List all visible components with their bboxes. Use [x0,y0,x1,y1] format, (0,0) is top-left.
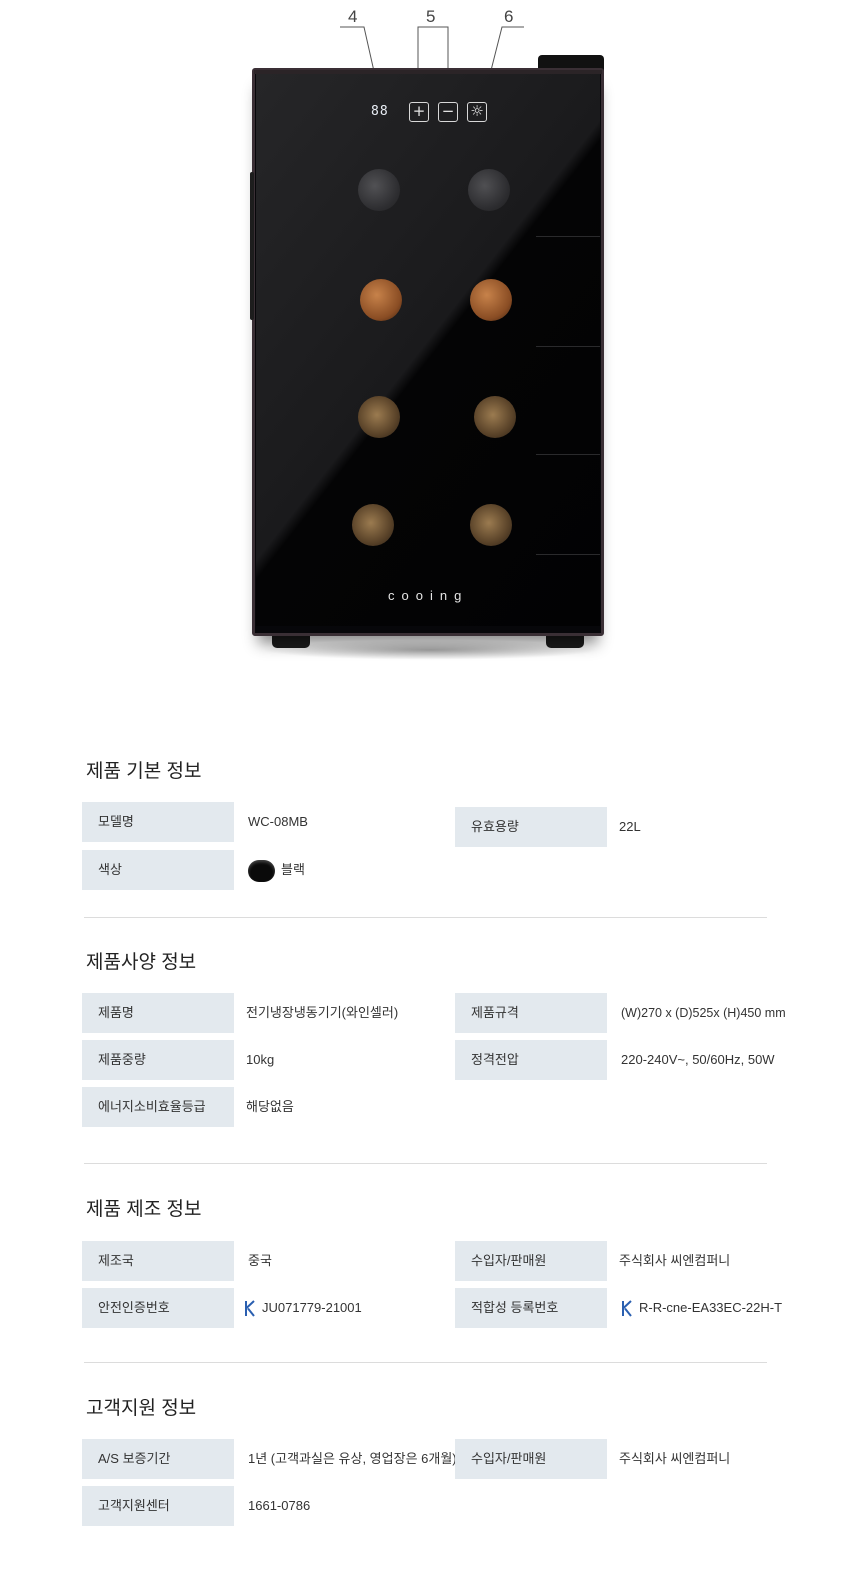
brand-logo: cooing [388,588,469,603]
section-title-spec-info: 제품사양 정보 [86,952,197,973]
fridge-foot-right [546,634,584,648]
label-model-name: 모델명 [82,802,234,842]
wine-bottle [468,169,510,211]
section-divider [84,1163,767,1164]
value-support-center: 1661-0786 [248,1498,311,1513]
plus-icon: + [409,102,429,122]
value-country: 중국 [248,1253,272,1268]
label-color: 색상 [82,850,234,890]
value-conformity-reg-text: R-R-cne-EA33EC-22H-T [639,1300,783,1315]
section-title-manufacturing-info: 제품 제조 정보 [86,1199,202,1220]
label-importer-support: 수입자/판매원 [455,1439,607,1479]
value-weight: 10kg [246,1052,275,1067]
label-rated-voltage: 정격전압 [455,1040,607,1080]
value-dimensions: (W)270 x (D)525x (H)450 mm [621,1006,786,1020]
product-image: 4 5 6 88 + − ☼ cooing [0,0,860,690]
wine-bottle [470,279,512,321]
black-color-swatch-icon [248,859,275,882]
section-divider [84,917,767,918]
temperature-display: 88 [371,104,389,119]
label-product-name: 제품명 [82,993,234,1033]
wine-bottle [360,279,402,321]
section-divider [84,1362,767,1363]
light-icon: ☼ [467,102,487,122]
wine-bottle [352,504,394,546]
value-energy-grade: 해당없음 [246,1099,294,1114]
value-color: 블랙 [248,850,305,890]
kc-mark-icon [622,1300,632,1317]
kc-mark-icon [245,1300,255,1317]
label-support-center: 고객지원센터 [82,1486,234,1526]
label-dimensions: 제품규격 [455,993,607,1033]
value-safety-cert-text: JU071779-21001 [262,1300,362,1315]
value-rated-voltage: 220-240V~, 50/60Hz, 50W [621,1052,775,1067]
label-weight: 제품중량 [82,1040,234,1080]
value-capacity: 22L [619,819,641,834]
label-country: 제조국 [82,1241,234,1281]
shelf [536,346,600,347]
label-capacity: 유효용량 [455,807,607,847]
value-importer: 주식회사 씨엔컴퍼니 [619,1253,731,1268]
wine-bottle [474,396,516,438]
value-warranty: 1년 (고객과실은 유상, 영업장은 6개월) [248,1451,457,1466]
glass-door [256,74,600,626]
label-importer: 수입자/판매원 [455,1241,607,1281]
label-safety-cert: 안전인증번호 [82,1288,234,1328]
value-model-name: WC-08MB [248,814,308,829]
label-energy-grade: 에너지소비효율등급 [82,1087,234,1127]
fridge-foot-left [272,634,310,648]
value-safety-cert: JU071779-21001 [244,1288,362,1328]
section-title-basic-info: 제품 기본 정보 [86,761,202,782]
shelf [536,554,600,555]
door-handle [250,172,254,320]
wine-bottle [358,396,400,438]
value-product-name: 전기냉장냉동기기(와인셀러) [246,1005,399,1020]
label-warranty: A/S 보증기간 [82,1439,234,1479]
minus-icon: − [438,102,458,122]
value-importer-support: 주식회사 씨엔컴퍼니 [619,1451,731,1466]
value-conformity-reg: R-R-cne-EA33EC-22H-T [621,1288,782,1328]
label-conformity-reg: 적합성 등록번호 [455,1288,607,1328]
wine-bottle [358,169,400,211]
shelf [536,236,600,237]
shelf [536,454,600,455]
section-title-support-info: 고객지원 정보 [86,1398,197,1419]
wine-bottle [470,504,512,546]
value-color-text: 블랙 [281,862,305,877]
